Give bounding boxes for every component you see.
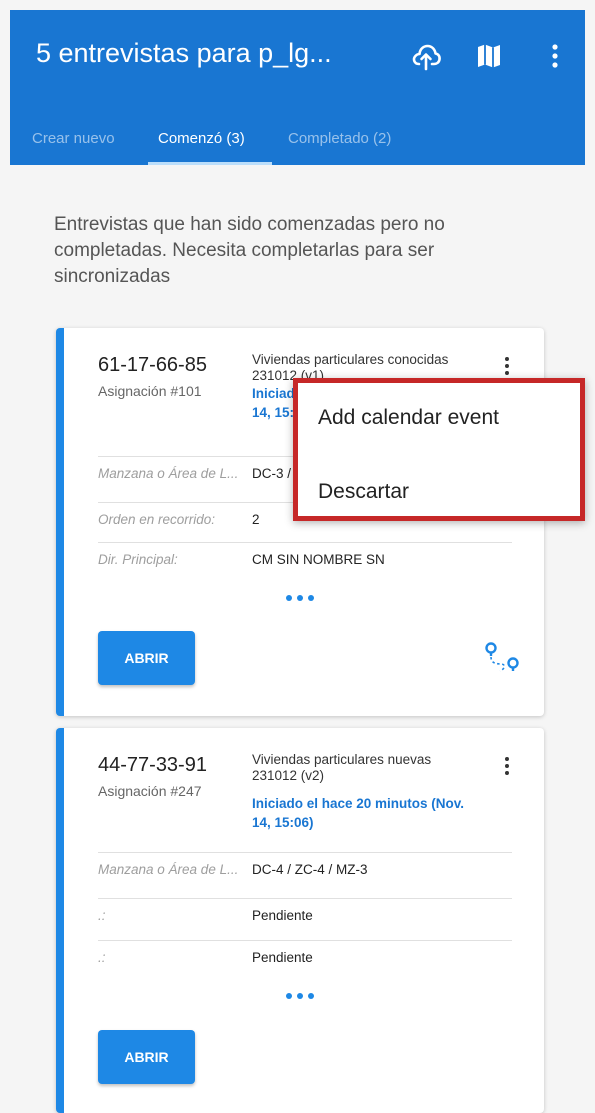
abrir-button[interactable]: ABRIR xyxy=(98,1030,195,1084)
route-icon[interactable] xyxy=(482,638,522,678)
field-row-direccion: Dir. Principal: CM SIN NOMBRE SN xyxy=(98,542,512,576)
field-row-pending: .: Pendiente xyxy=(98,898,512,932)
tab-crear-nuevo[interactable]: Crear nuevo xyxy=(32,130,115,147)
assignment-label: Asignación #101 xyxy=(98,383,202,399)
page-title: 5 entrevistas para p_lg... xyxy=(36,38,332,68)
field-label: Orden en recorrido: xyxy=(98,512,216,527)
expand-details-icon[interactable] xyxy=(286,993,316,1001)
abrir-button[interactable]: ABRIR xyxy=(98,631,195,685)
field-value: 2 xyxy=(252,512,260,527)
tab-bar: Crear nuevo Comenzó (3) Completado (2) xyxy=(10,118,585,165)
survey-name: Viviendas particulares nuevas 231012 (v2… xyxy=(252,752,432,783)
app-bar: 5 entrevistas para p_lg... Crear nuevo C… xyxy=(10,10,585,165)
more-vert-icon[interactable] xyxy=(545,40,565,72)
tab-comenzo[interactable]: Comenzó (3) xyxy=(158,130,245,147)
field-label: Manzana o Área de L... xyxy=(98,862,239,877)
field-label: Dir. Principal: xyxy=(98,552,178,567)
field-value: DC-4 / ZC-4 / MZ-3 xyxy=(252,862,368,877)
tab-indicator xyxy=(148,162,272,165)
card-more-vert-icon[interactable] xyxy=(502,356,514,376)
menu-item-descartar[interactable]: Descartar xyxy=(318,480,409,504)
intro-text: Entrevistas que han sido comenzadas pero… xyxy=(54,214,445,287)
started-status: Iniciado el hace 20 minutos (Nov. 14, 15… xyxy=(252,796,465,830)
field-value: Pendiente xyxy=(252,950,313,965)
expand-details-icon[interactable] xyxy=(286,595,316,603)
field-label: .: xyxy=(98,950,106,965)
menu-item-add-calendar-event[interactable]: Add calendar event xyxy=(318,406,499,430)
field-row-area: Manzana o Área de L... DC-4 / ZC-4 / MZ-… xyxy=(98,852,512,886)
interview-code: 44-77-33-91 xyxy=(98,754,207,776)
card-context-menu: Add calendar event Descartar xyxy=(293,378,585,521)
field-label: .: xyxy=(98,908,106,923)
field-value: CM SIN NOMBRE SN xyxy=(252,552,385,567)
field-row-pending: .: Pendiente xyxy=(98,940,512,974)
interview-code: 61-17-66-85 xyxy=(98,354,207,376)
field-value: Pendiente xyxy=(252,908,313,923)
assignment-label: Asignación #247 xyxy=(98,783,202,799)
tab-completado[interactable]: Completado (2) xyxy=(288,130,391,147)
card-more-vert-icon[interactable] xyxy=(502,756,514,776)
interview-card[interactable]: 44-77-33-91 Asignación #247 Viviendas pa… xyxy=(56,728,544,1113)
cloud-sync-icon[interactable] xyxy=(410,40,442,72)
map-icon[interactable] xyxy=(473,40,505,72)
field-label: Manzana o Área de L... xyxy=(98,466,239,481)
